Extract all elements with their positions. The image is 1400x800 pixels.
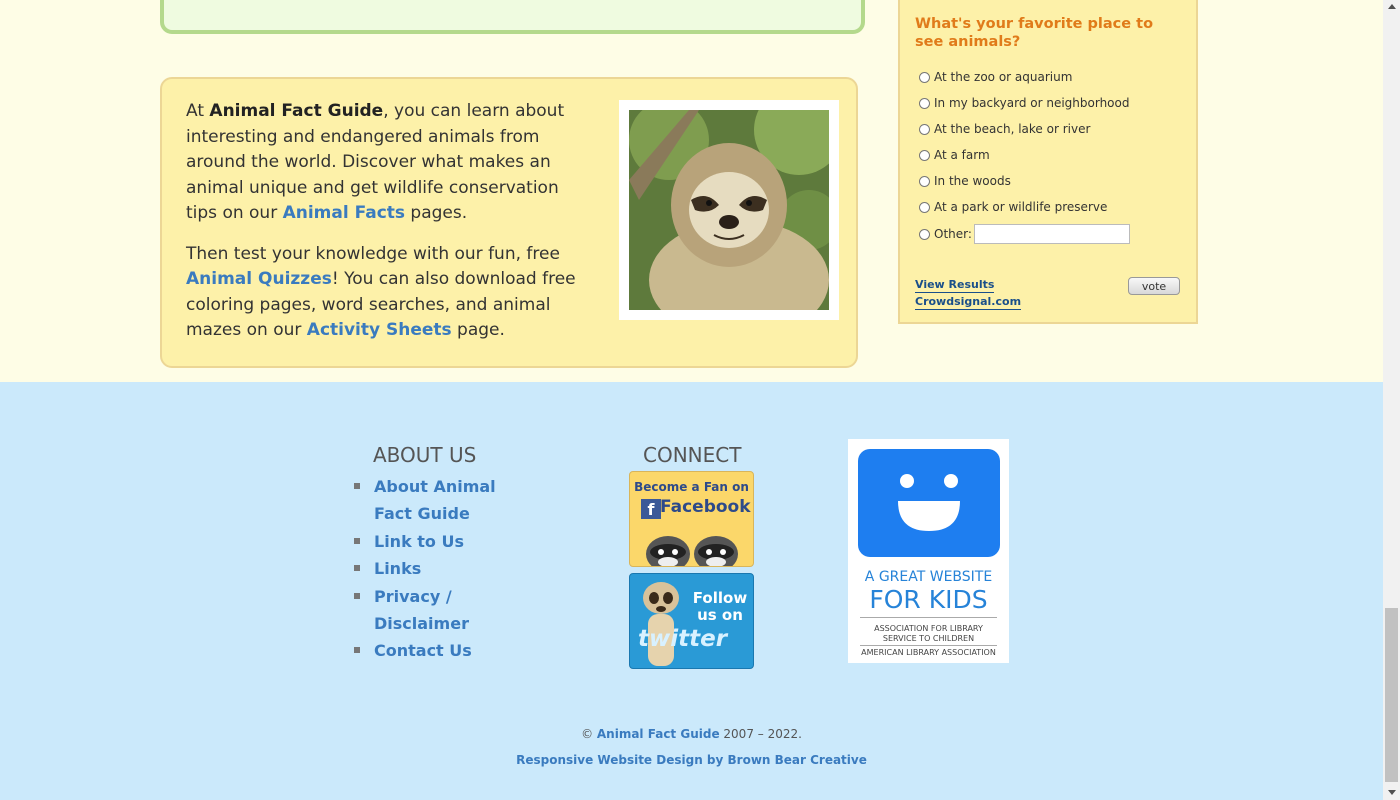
scroll-up-arrow-icon[interactable]	[1388, 4, 1396, 9]
intro-paragraph-1: At Animal Fact Guide, you can learn abou…	[186, 99, 586, 227]
contact-link[interactable]: Contact Us	[374, 641, 472, 660]
facebook-icon: f	[641, 499, 661, 519]
meerkat-icon	[643, 582, 679, 666]
facebook-badge[interactable]: Become a Fan on f Facebook	[629, 471, 754, 567]
list-item: Link to Us	[354, 528, 534, 555]
list-item: Contact Us	[354, 637, 534, 664]
smiley-icon	[858, 449, 1000, 557]
poll-option[interactable]: At the beach, lake or river	[919, 122, 1090, 136]
animal-facts-link[interactable]: Animal Facts	[283, 203, 405, 223]
divider	[860, 617, 997, 618]
bullet-icon	[354, 592, 360, 599]
radio-button[interactable]	[919, 123, 930, 135]
poll-option-other[interactable]: Other:	[919, 224, 1130, 244]
crowdsignal-link[interactable]: Crowdsignal.com	[915, 295, 1022, 310]
poll-widget: What's your favorite place to see animal…	[898, 0, 1198, 324]
main-content: At Animal Fact Guide, you can learn abou…	[0, 0, 1383, 382]
sloth-photo	[629, 110, 829, 310]
list-item: About Animal Fact Guide	[354, 473, 534, 527]
option-label: Other:	[934, 227, 972, 241]
twitter-badge[interactable]: Follow us on twitter	[629, 573, 754, 669]
list-item: Links	[354, 555, 534, 582]
about-link[interactable]: About Animal Fact Guide	[374, 477, 496, 523]
award-line4: AMERICAN LIBRARY ASSOCIATION	[861, 648, 996, 657]
poll-question: What's your favorite place to see animal…	[915, 16, 1154, 50]
privacy-link[interactable]: Privacy / Disclaimer	[374, 587, 469, 633]
green-content-box	[160, 0, 865, 34]
poll-option[interactable]: In my backyard or neighborhood	[919, 96, 1130, 110]
facebook-badge-line2: Facebook	[660, 497, 751, 517]
radio-button[interactable]	[919, 71, 930, 83]
scrollbar[interactable]	[1383, 0, 1400, 800]
radio-button[interactable]	[919, 149, 930, 161]
twitter-badge-line2: twitter	[638, 626, 728, 652]
links-link[interactable]: Links	[374, 559, 421, 578]
connect-heading: CONNECT	[643, 443, 742, 467]
intro-box: At Animal Fact Guide, you can learn abou…	[160, 77, 858, 368]
radio-button[interactable]	[919, 97, 930, 109]
intro-paragraph-2: Then test your knowledge with our fun, f…	[186, 242, 586, 344]
text: pages.	[405, 203, 468, 223]
text: At	[186, 101, 210, 121]
option-label: At the zoo or aquarium	[934, 70, 1073, 84]
bullet-icon	[354, 647, 360, 653]
about-us-heading: ABOUT US	[373, 443, 477, 467]
animal-quizzes-link[interactable]: Animal Quizzes	[186, 269, 332, 289]
option-label: In the woods	[934, 174, 1011, 188]
copyright-site-link[interactable]: Animal Fact Guide	[597, 727, 720, 741]
copyright: © Animal Fact Guide 2007 – 2022.	[0, 727, 1383, 741]
view-results-link[interactable]: View Results	[915, 278, 995, 293]
twitter-badge-line1: Follow us on	[692, 589, 748, 624]
radio-button[interactable]	[919, 201, 930, 213]
facebook-badge-line1: Become a Fan on	[634, 480, 749, 494]
option-label: At a farm	[934, 148, 990, 162]
site-name: Animal Fact Guide	[209, 101, 384, 121]
scroll-thumb[interactable]	[1385, 608, 1398, 782]
list-item: Privacy / Disclaimer	[354, 583, 534, 637]
footer: ABOUT US About Animal Fact Guide Link to…	[0, 382, 1383, 800]
award-line2: FOR KIDS	[869, 585, 988, 614]
award-line3: ASSOCIATION FOR LIBRARY SERVICE TO CHILD…	[874, 624, 983, 643]
bullet-icon	[354, 537, 360, 544]
text: page.	[451, 320, 505, 340]
sloth-photo-frame	[619, 100, 839, 320]
link-to-us-link[interactable]: Link to Us	[374, 532, 464, 551]
text: 2007 – 2022.	[719, 727, 802, 741]
text: ©	[581, 727, 597, 741]
intro-text: At Animal Fact Guide, you can learn abou…	[186, 99, 586, 359]
poll-option[interactable]: In the woods	[919, 174, 1011, 188]
divider	[860, 645, 997, 646]
design-credit-link[interactable]: Responsive Website Design by Brown Bear …	[516, 753, 867, 767]
poll-option[interactable]: At the zoo or aquarium	[919, 70, 1072, 84]
bullet-icon	[354, 483, 360, 489]
option-label: In my backyard or neighborhood	[934, 96, 1130, 110]
raccoon-icon	[646, 536, 738, 566]
option-label: At a park or wildlife preserve	[934, 200, 1108, 214]
option-label: At the beach, lake or river	[934, 122, 1091, 136]
text: Then test your knowledge with our fun, f…	[186, 243, 560, 264]
poll-option[interactable]: At a park or wildlife preserve	[919, 200, 1107, 214]
radio-button[interactable]	[919, 175, 930, 187]
about-us-list: About Animal Fact Guide Link to Us Links…	[354, 473, 534, 665]
vote-button[interactable]: vote	[1128, 277, 1180, 295]
poll-option[interactable]: At a farm	[919, 148, 990, 162]
other-text-input[interactable]	[973, 224, 1130, 244]
bullet-icon	[354, 565, 360, 571]
radio-button[interactable]	[919, 228, 930, 240]
award-line1: A GREAT WEBSITE	[864, 569, 993, 585]
great-website-for-kids-award[interactable]: A GREAT WEBSITE FOR KIDS ASSOCIATION FOR…	[848, 439, 1009, 663]
design-credit: Responsive Website Design by Brown Bear …	[0, 753, 1383, 767]
scroll-down-arrow-icon[interactable]	[1388, 790, 1396, 795]
activity-sheets-link[interactable]: Activity Sheets	[307, 320, 452, 340]
